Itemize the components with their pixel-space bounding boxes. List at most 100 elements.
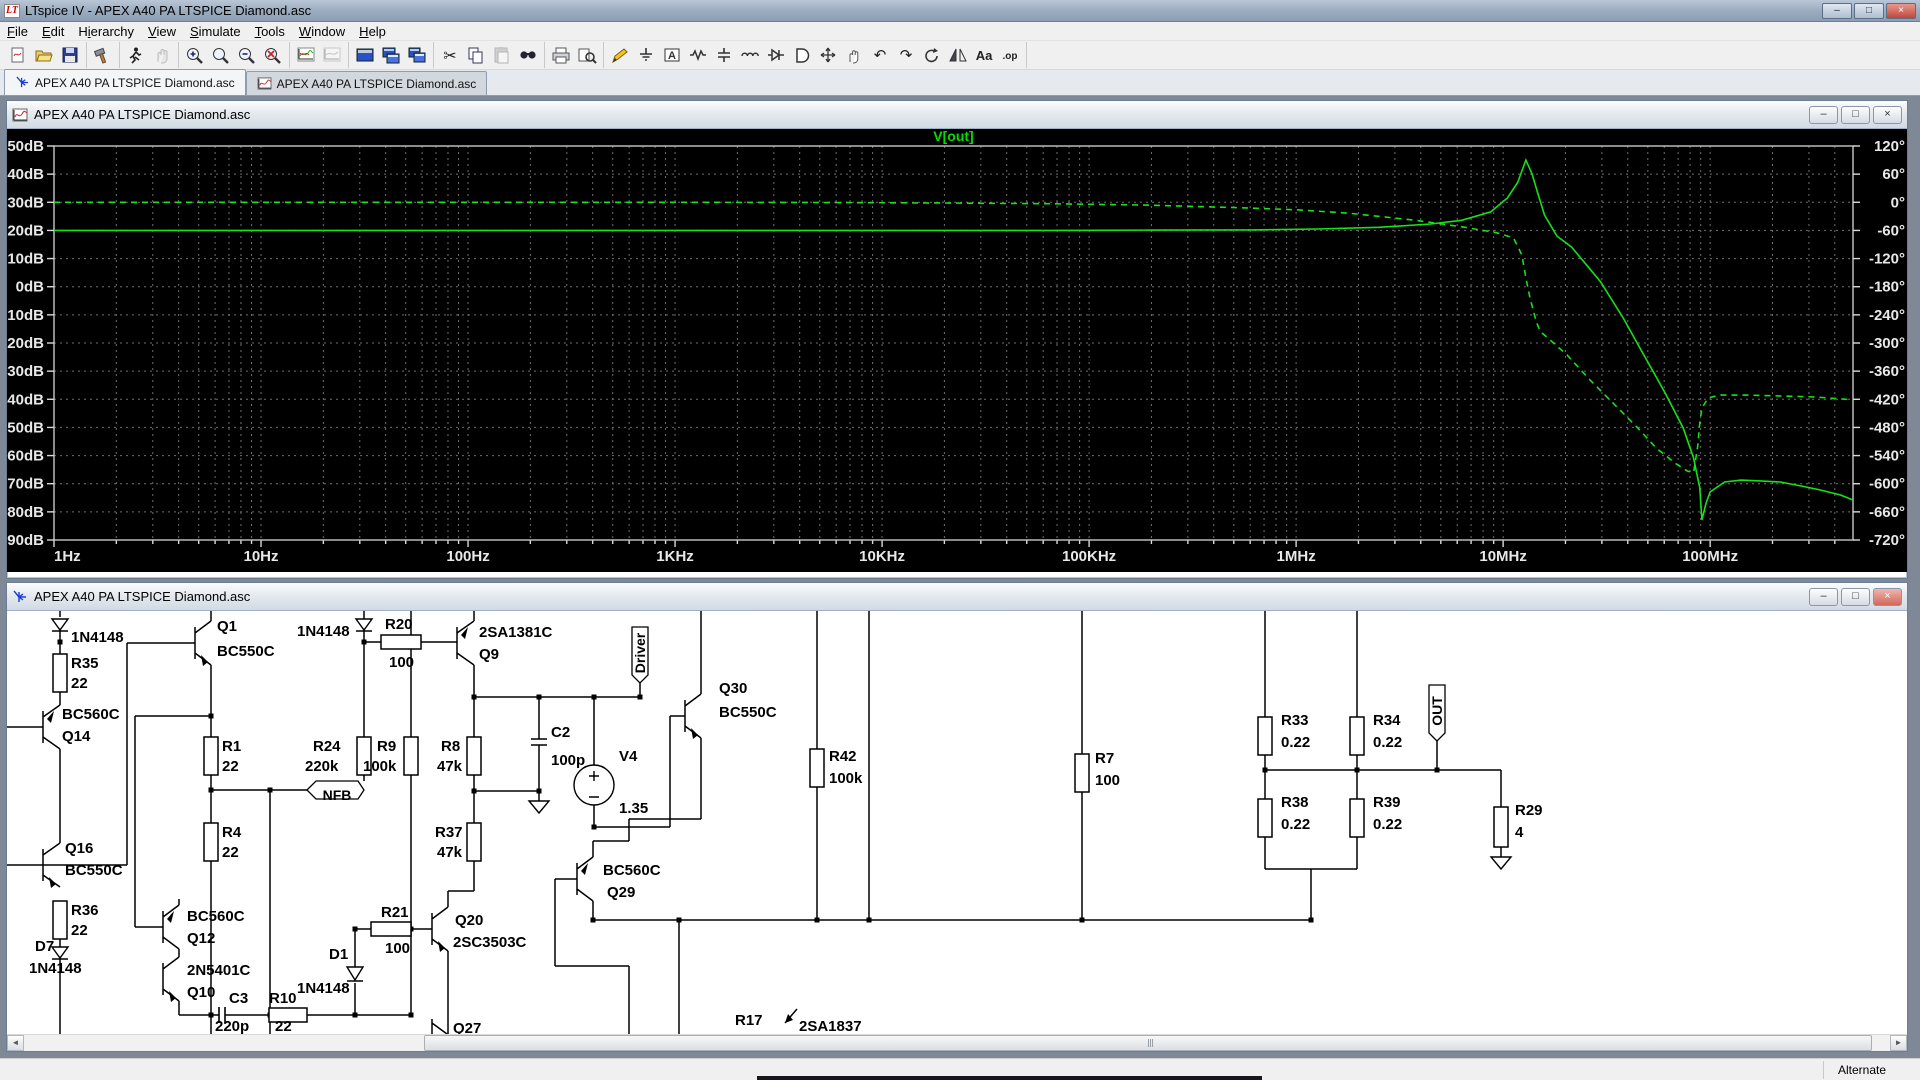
schematic-restore-button[interactable]: □	[1841, 588, 1870, 606]
print-icon[interactable]	[548, 43, 574, 67]
waveform-plot-area[interactable]: 50dB40dB30dB20dB10dB0dB-10dB-20dB-30dB-4…	[7, 129, 1907, 572]
component-label[interactable]: Q10	[187, 984, 215, 1001]
mirror-icon[interactable]	[945, 43, 971, 67]
move-icon[interactable]	[815, 43, 841, 67]
component-label[interactable]: BC560C	[187, 908, 245, 925]
component-label[interactable]: 220k	[305, 758, 339, 775]
component-label[interactable]: R4	[222, 824, 242, 841]
component-label[interactable]: 22	[275, 1018, 292, 1034]
component-label[interactable]: 2SA1837	[799, 1018, 862, 1034]
zoom-in-icon[interactable]	[182, 43, 208, 67]
schematic-window-titlebar[interactable]: APEX A40 PA LTSPICE Diamond.asc – □ ×	[7, 583, 1907, 611]
component-label[interactable]: R33	[1281, 712, 1309, 729]
component-label[interactable]: C2	[551, 724, 570, 741]
plot-settings-icon[interactable]	[293, 43, 319, 67]
zoom-full-icon[interactable]	[260, 43, 286, 67]
menu-tools[interactable]: Tools	[248, 23, 292, 40]
component-label[interactable]: 1N4148	[29, 960, 82, 977]
diode-icon[interactable]	[763, 43, 789, 67]
minimize-button[interactable]: –	[1822, 3, 1852, 19]
component-label[interactable]: BC560C	[62, 706, 120, 723]
component-label[interactable]: R42	[829, 748, 857, 765]
zoom-out-icon[interactable]	[234, 43, 260, 67]
component-label[interactable]: R21	[381, 904, 409, 921]
horizontal-scrollbar[interactable]: ◄ ►	[7, 1034, 1907, 1051]
print-preview-icon[interactable]	[574, 43, 600, 67]
component-label[interactable]: R35	[71, 655, 99, 672]
component-label[interactable]: Q1	[217, 618, 237, 635]
component-label[interactable]: 100k	[829, 770, 863, 787]
component-label[interactable]: R1	[222, 738, 241, 755]
menu-file[interactable]: File	[0, 23, 35, 40]
component-label[interactable]: R37	[435, 824, 463, 841]
component-label[interactable]: BC560C	[603, 862, 661, 879]
component-label[interactable]: 0.22	[1373, 734, 1402, 751]
component-label[interactable]: 0.22	[1281, 734, 1310, 751]
menu-view[interactable]: View	[141, 23, 183, 40]
scroll-right-icon[interactable]: ►	[1890, 1035, 1907, 1051]
tile-vertical-icon[interactable]	[352, 43, 378, 67]
component-label[interactable]: D1	[329, 946, 348, 963]
component-label[interactable]: R9	[377, 738, 396, 755]
component-label[interactable]: Q12	[187, 930, 215, 947]
voltage-source-V4[interactable]	[574, 765, 614, 805]
component-label[interactable]: R17	[735, 1012, 763, 1029]
waveform-window-titlebar[interactable]: APEX A40 PA LTSPICE Diamond.asc – □ ×	[7, 101, 1907, 129]
ground-icon[interactable]	[633, 43, 659, 67]
component-label[interactable]: D7	[35, 938, 54, 955]
control-panel-icon[interactable]	[90, 43, 116, 67]
component-label[interactable]: Q14	[62, 728, 91, 745]
menu-help[interactable]: Help	[352, 23, 393, 40]
net-label-icon[interactable]: A	[659, 43, 685, 67]
component-label[interactable]: 47k	[437, 844, 463, 861]
component-label[interactable]: Q16	[65, 840, 93, 857]
component-label[interactable]: BC550C	[217, 643, 275, 660]
component-label[interactable]: R7	[1095, 750, 1114, 767]
component-label[interactable]: R36	[71, 902, 99, 919]
component-label[interactable]: 1N4148	[71, 629, 124, 646]
component-label[interactable]: Q29	[607, 884, 635, 901]
scrollbar-thumb[interactable]	[424, 1035, 1872, 1051]
capacitor-icon[interactable]	[711, 43, 737, 67]
component-label[interactable]: R38	[1281, 794, 1309, 811]
component-label[interactable]: 0.22	[1281, 816, 1310, 833]
undo-icon[interactable]: ↶	[867, 43, 893, 67]
cascade-icon[interactable]	[404, 43, 430, 67]
cut-icon[interactable]: ✂	[437, 43, 463, 67]
component-label[interactable]: R39	[1373, 794, 1401, 811]
component-label[interactable]: BC550C	[719, 704, 777, 721]
transistor-symbols[interactable]	[43, 621, 793, 1034]
text-icon[interactable]: Aa	[971, 43, 997, 67]
component-label[interactable]: R29	[1515, 802, 1543, 819]
component-label[interactable]: R20	[385, 616, 413, 633]
component-label[interactable]: 22	[71, 922, 88, 939]
waveform-minimize-button[interactable]: –	[1809, 106, 1838, 124]
component-label[interactable]: 100p	[551, 752, 585, 769]
net-flag-label[interactable]: NFB	[323, 787, 352, 803]
component-label[interactable]: R10	[269, 990, 297, 1007]
component-label[interactable]: 47k	[437, 758, 463, 775]
maximize-button[interactable]: □	[1854, 3, 1884, 19]
net-flag-label[interactable]: Driver	[632, 632, 648, 673]
wire-icon[interactable]	[607, 43, 633, 67]
component-label[interactable]: 2N5401C	[187, 962, 251, 979]
component-label[interactable]: R24	[313, 738, 341, 755]
scrollbar-track[interactable]	[24, 1035, 1890, 1051]
component-label[interactable]: 100	[1095, 772, 1120, 789]
spice-directive-icon[interactable]: .op	[997, 43, 1023, 67]
new-schematic-icon[interactable]	[5, 43, 31, 67]
waveform-close-button[interactable]: ×	[1873, 106, 1902, 124]
menu-window[interactable]: Window	[292, 23, 352, 40]
tile-horizontal-icon[interactable]	[378, 43, 404, 67]
scroll-left-icon[interactable]: ◄	[7, 1035, 24, 1051]
component-label[interactable]: R8	[441, 738, 460, 755]
rotate-icon[interactable]	[919, 43, 945, 67]
run-icon[interactable]	[123, 43, 149, 67]
component-label[interactable]: 1.35	[619, 800, 648, 817]
component-label[interactable]: 2SC3503C	[453, 934, 527, 951]
inductor-icon[interactable]	[737, 43, 763, 67]
component-label[interactable]: 0.22	[1373, 816, 1402, 833]
net-flag-label[interactable]: OUT	[1429, 696, 1445, 726]
waveform-restore-button[interactable]: □	[1841, 106, 1870, 124]
resistor-icon[interactable]	[685, 43, 711, 67]
